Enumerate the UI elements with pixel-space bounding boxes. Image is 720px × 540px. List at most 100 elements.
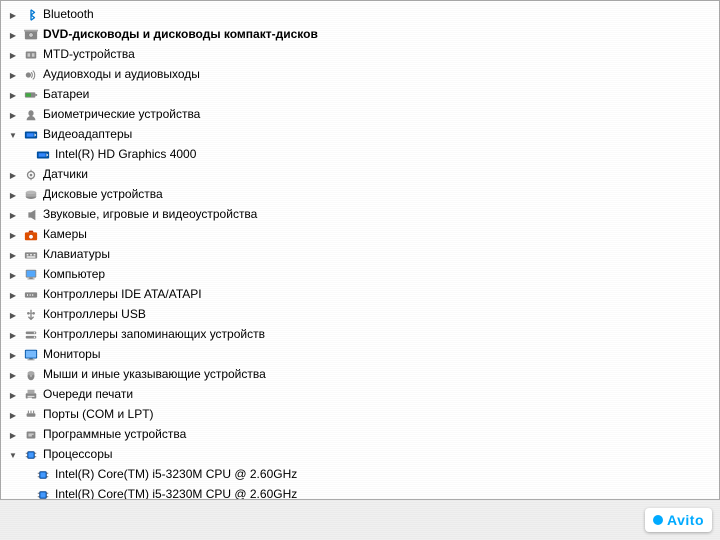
tree-item-video-child[interactable]: Intel(R) HD Graphics 4000 xyxy=(1,145,719,165)
tree-item-mouse[interactable]: ▶ Мыши и иные указывающие устройства xyxy=(1,365,719,385)
tree-item-usb[interactable]: ▶ Контроллеры USB xyxy=(1,305,719,325)
avito-watermark: Avito xyxy=(645,508,712,532)
tree-item-cameras[interactable]: ▶ Камеры xyxy=(1,225,719,245)
item-icon-video xyxy=(23,127,39,143)
item-label-bluetooth: Bluetooth xyxy=(43,7,94,23)
avito-label: Avito xyxy=(667,512,704,528)
tree-item-storage[interactable]: ▶ Контроллеры запоминающих устройств xyxy=(1,325,719,345)
item-icon-cameras xyxy=(23,227,39,243)
tree-item-monitors[interactable]: ▶ Мониторы xyxy=(1,345,719,365)
tree-item-ports[interactable]: ▶ Порты (COM и LPT) xyxy=(1,405,719,425)
item-icon-print xyxy=(23,387,39,403)
tree-item-print[interactable]: ▶ Очереди печати xyxy=(1,385,719,405)
expand-icon-cameras[interactable]: ▶ xyxy=(5,227,21,243)
expand-icon-sensors[interactable]: ▶ xyxy=(5,167,21,183)
expand-icon-cpu-2[interactable] xyxy=(25,487,33,500)
expand-icon-sound[interactable]: ▶ xyxy=(5,207,21,223)
item-label-usb: Контроллеры USB xyxy=(43,307,146,323)
expand-icon-dvd[interactable]: ▶ xyxy=(5,27,21,43)
item-icon-cpu-2 xyxy=(35,487,51,500)
expand-icon-ide[interactable]: ▶ xyxy=(5,287,21,303)
item-icon-keyboard xyxy=(23,247,39,263)
tree-item-battery[interactable]: ▶ Батареи xyxy=(1,85,719,105)
item-label-storage: Контроллеры запоминающих устройств xyxy=(43,327,265,343)
expand-icon-video-child[interactable] xyxy=(25,147,33,163)
avito-logo-dot xyxy=(653,515,663,525)
expand-icon-battery[interactable]: ▶ xyxy=(5,87,21,103)
item-label-ports: Порты (COM и LPT) xyxy=(43,407,154,423)
item-icon-computer xyxy=(23,267,39,283)
item-label-sensors: Датчики xyxy=(43,167,88,183)
item-label-cpu-2: Intel(R) Core(TM) i5-3230M CPU @ 2.60GHz xyxy=(55,487,297,500)
item-icon-monitors xyxy=(23,347,39,363)
expand-icon-cpu[interactable]: ▼ xyxy=(5,447,21,463)
item-label-disks: Дисковые устройства xyxy=(43,187,163,203)
item-label-battery: Батареи xyxy=(43,87,89,103)
expand-icon-prog[interactable]: ▶ xyxy=(5,427,21,443)
item-label-mouse: Мыши и иные указывающие устройства xyxy=(43,367,266,383)
expand-icon-disks[interactable]: ▶ xyxy=(5,187,21,203)
tree-item-keyboard[interactable]: ▶ Клавиатуры xyxy=(1,245,719,265)
tree-item-mtd[interactable]: ▶ MTD-устройства xyxy=(1,45,719,65)
tree-item-sound[interactable]: ▶Звуковые, игровые и видеоустройства xyxy=(1,205,719,225)
tree-item-disks[interactable]: ▶ Дисковые устройства xyxy=(1,185,719,205)
expand-icon-video[interactable]: ▼ xyxy=(5,127,21,143)
item-label-print: Очереди печати xyxy=(43,387,133,403)
item-label-cpu: Процессоры xyxy=(43,447,113,463)
item-icon-mouse xyxy=(23,367,39,383)
item-icon-prog xyxy=(23,427,39,443)
item-icon-video-child xyxy=(35,147,51,163)
tree-item-video[interactable]: ▼ Видеоадаптеры xyxy=(1,125,719,145)
tree-item-cpu-2[interactable]: Intel(R) Core(TM) i5-3230M CPU @ 2.60GHz xyxy=(1,485,719,500)
device-manager-window: ▶ Bluetooth ▶ DVD-дисководы и дисководы ком… xyxy=(0,0,720,540)
tree-item-audio[interactable]: ▶ Аудиовходы и аудиовыходы xyxy=(1,65,719,85)
expand-icon-print[interactable]: ▶ xyxy=(5,387,21,403)
item-icon-cpu-1 xyxy=(35,467,51,483)
expand-icon-mtd[interactable]: ▶ xyxy=(5,47,21,63)
item-icon-cpu xyxy=(23,447,39,463)
item-icon-disks xyxy=(23,187,39,203)
item-label-biometric: Биометрические устройства xyxy=(43,107,200,123)
item-icon-ide xyxy=(23,287,39,303)
item-label-video: Видеоадаптеры xyxy=(43,127,132,143)
expand-icon-usb[interactable]: ▶ xyxy=(5,307,21,323)
expand-icon-monitors[interactable]: ▶ xyxy=(5,347,21,363)
expand-icon-cpu-1[interactable] xyxy=(25,467,33,483)
item-icon-mtd xyxy=(23,47,39,63)
expand-icon-storage[interactable]: ▶ xyxy=(5,327,21,343)
item-label-monitors: Мониторы xyxy=(43,347,100,363)
expand-icon-bluetooth[interactable]: ▶ xyxy=(5,7,21,23)
tree-item-dvd[interactable]: ▶ DVD-дисководы и дисководы компакт-диско… xyxy=(1,25,719,45)
tree-item-biometric[interactable]: ▶ Биометрические устройства xyxy=(1,105,719,125)
tree-item-prog[interactable]: ▶ Программные устройства xyxy=(1,425,719,445)
expand-icon-ports[interactable]: ▶ xyxy=(5,407,21,423)
expand-icon-keyboard[interactable]: ▶ xyxy=(5,247,21,263)
item-label-dvd: DVD-дисководы и дисководы компакт-дисков xyxy=(43,27,318,43)
tree-item-ide[interactable]: ▶ Контроллеры IDE ATA/ATAPI xyxy=(1,285,719,305)
tree-item-sensors[interactable]: ▶ Датчики xyxy=(1,165,719,185)
expand-icon-computer[interactable]: ▶ xyxy=(5,267,21,283)
item-icon-usb xyxy=(23,307,39,323)
item-icon-sound xyxy=(23,207,39,223)
tree-item-computer[interactable]: ▶ Компьютер xyxy=(1,265,719,285)
item-label-computer: Компьютер xyxy=(43,267,105,283)
item-icon-storage xyxy=(23,327,39,343)
item-icon-battery xyxy=(23,87,39,103)
item-label-keyboard: Клавиатуры xyxy=(43,247,110,263)
item-label-video-child: Intel(R) HD Graphics 4000 xyxy=(55,147,196,163)
item-label-cameras: Камеры xyxy=(43,227,87,243)
tree-item-bluetooth[interactable]: ▶ Bluetooth xyxy=(1,5,719,25)
device-tree[interactable]: ▶ Bluetooth ▶ DVD-дисководы и дисководы ком… xyxy=(0,0,720,500)
item-label-ide: Контроллеры IDE ATA/ATAPI xyxy=(43,287,202,303)
item-label-mtd: MTD-устройства xyxy=(43,47,135,63)
item-label-cpu-1: Intel(R) Core(TM) i5-3230M CPU @ 2.60GHz xyxy=(55,467,297,483)
item-icon-ports xyxy=(23,407,39,423)
tree-item-cpu[interactable]: ▼ Процессоры xyxy=(1,445,719,465)
expand-icon-mouse[interactable]: ▶ xyxy=(5,367,21,383)
expand-icon-audio[interactable]: ▶ xyxy=(5,67,21,83)
item-label-prog: Программные устройства xyxy=(43,427,186,443)
item-label-audio: Аудиовходы и аудиовыходы xyxy=(43,67,200,83)
tree-item-cpu-1[interactable]: Intel(R) Core(TM) i5-3230M CPU @ 2.60GHz xyxy=(1,465,719,485)
expand-icon-biometric[interactable]: ▶ xyxy=(5,107,21,123)
item-icon-bluetooth xyxy=(23,7,39,23)
